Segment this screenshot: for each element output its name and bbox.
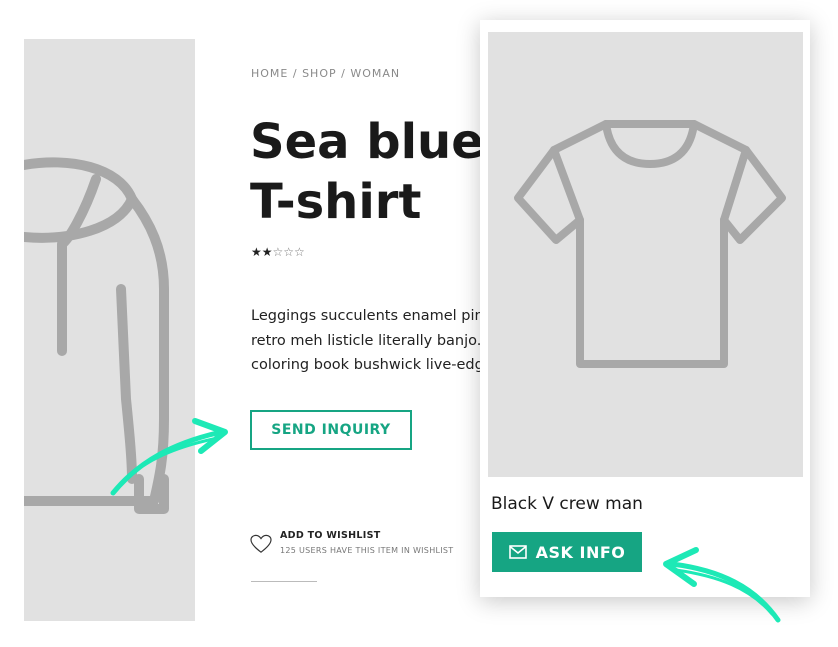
star-rating: ★★☆☆☆ bbox=[251, 245, 305, 259]
heart-icon[interactable] bbox=[250, 534, 272, 554]
star-empty-icon: ☆☆☆ bbox=[272, 245, 305, 259]
breadcrumb[interactable]: HOME / SHOP / WOMAN bbox=[251, 67, 400, 80]
wishlist-count: 125 USERS HAVE THIS ITEM IN WISHLIST bbox=[280, 546, 454, 555]
arrow-icon bbox=[663, 547, 781, 623]
hoodie-icon bbox=[24, 157, 169, 514]
envelope-icon bbox=[508, 545, 527, 559]
add-to-wishlist[interactable]: ADD TO WISHLIST 125 USERS HAVE THIS ITEM… bbox=[250, 530, 454, 555]
product-title-line2: T-shirt bbox=[250, 174, 422, 230]
description-line: Leggings succulents enamel pin bbox=[251, 308, 484, 324]
product-card-name[interactable]: Black V crew man bbox=[491, 494, 643, 514]
description-line: coloring book bushwick live-edg bbox=[251, 357, 484, 373]
product-title: Sea blue T-shirt bbox=[250, 112, 490, 232]
send-inquiry-button[interactable]: SEND INQUIRY bbox=[250, 410, 412, 450]
product-card: Black V crew man ASK INFO bbox=[480, 20, 810, 597]
product-title-line1: Sea blue bbox=[250, 114, 484, 170]
ask-info-button[interactable]: ASK INFO bbox=[492, 532, 642, 572]
description-line: retro meh listicle literally banjo. E bbox=[251, 332, 486, 349]
wishlist-label[interactable]: ADD TO WISHLIST bbox=[280, 530, 454, 541]
star-filled-icon: ★★ bbox=[251, 245, 273, 259]
ask-info-label[interactable]: ASK INFO bbox=[536, 543, 626, 562]
product-description: Leggings succulents enamel pin retro meh… bbox=[251, 304, 486, 378]
tshirt-icon bbox=[514, 120, 786, 368]
product-main-image bbox=[24, 39, 195, 621]
divider bbox=[251, 581, 317, 582]
product-card-image[interactable] bbox=[488, 32, 803, 477]
arrow-icon bbox=[110, 418, 228, 496]
